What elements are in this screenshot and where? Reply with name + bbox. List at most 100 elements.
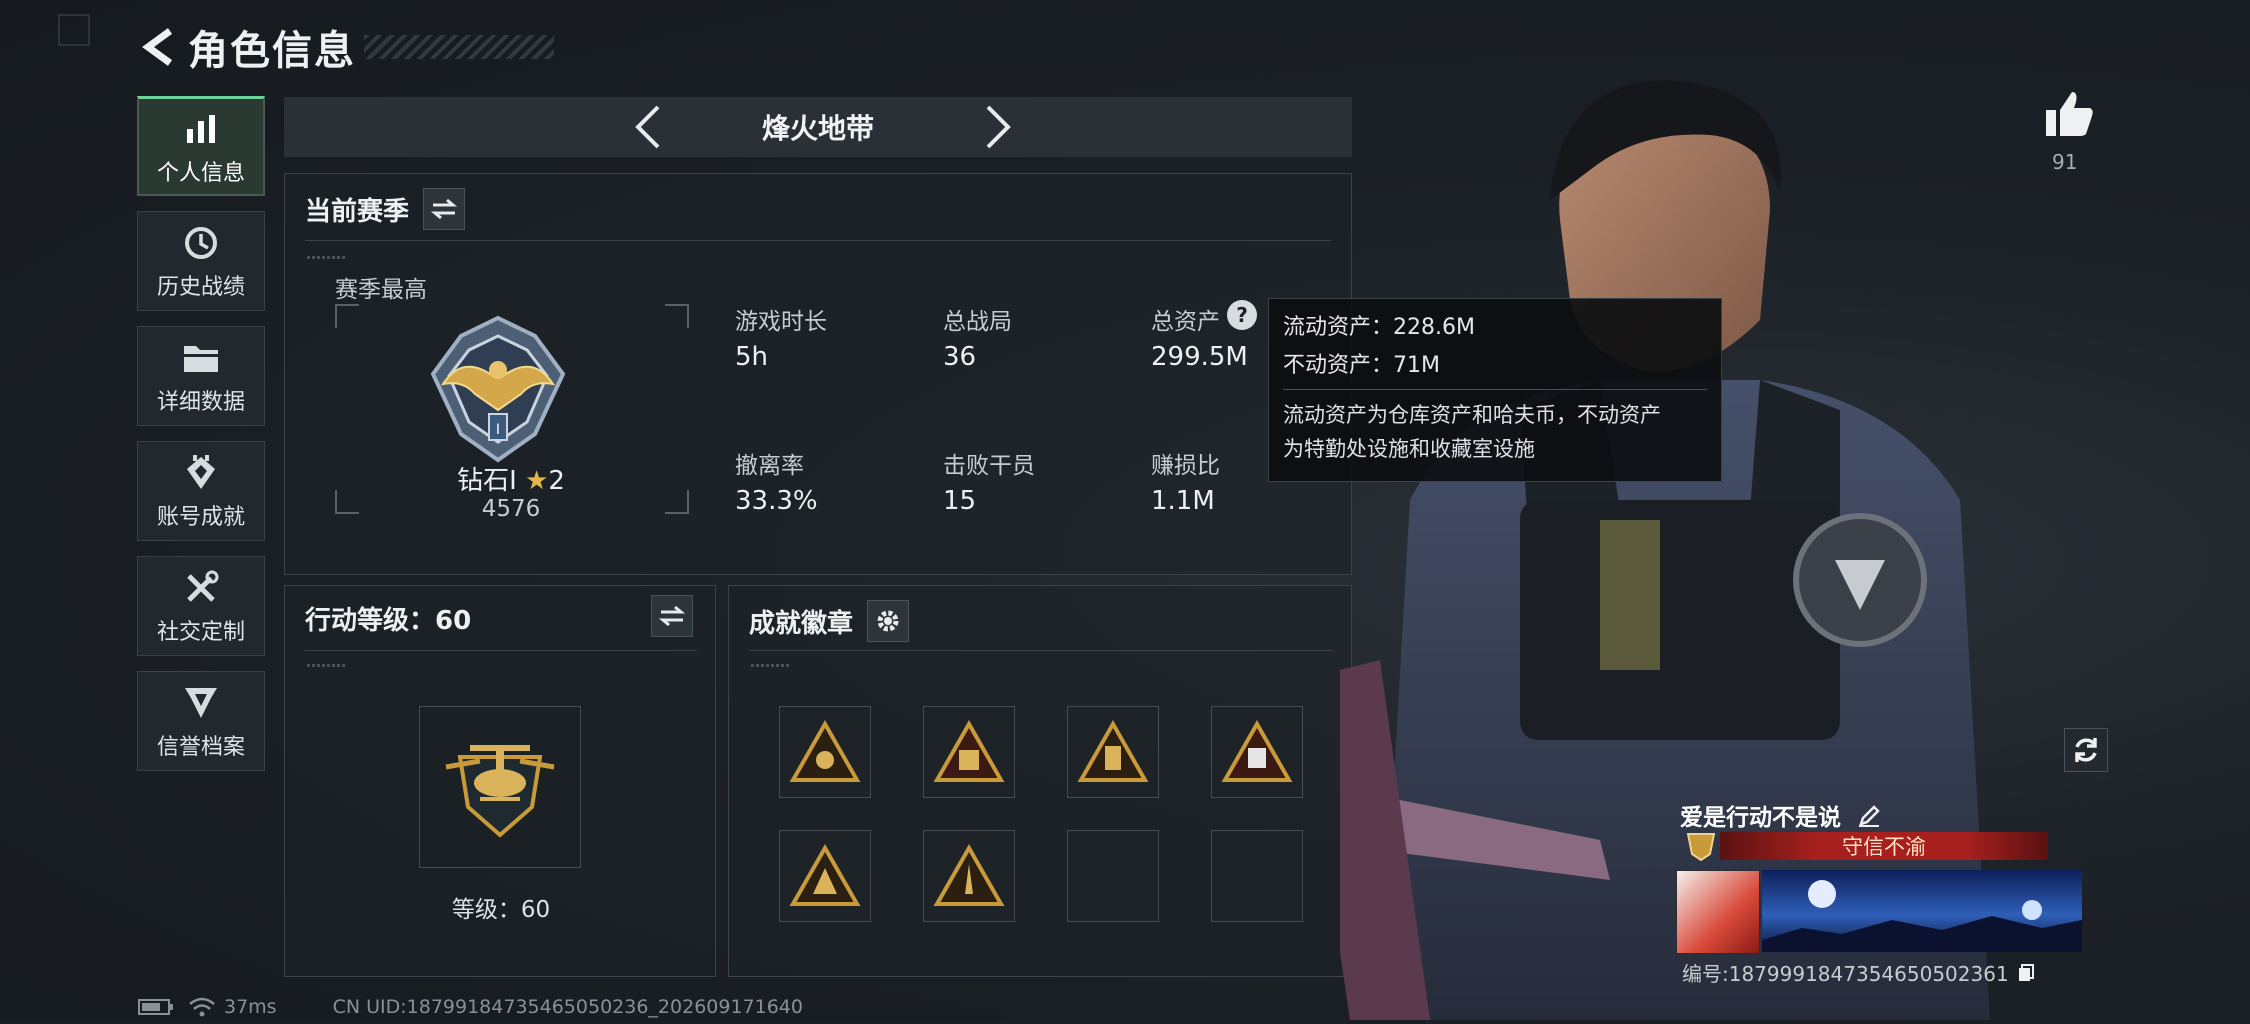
sidebar-item-label: 账号成就 (156, 505, 245, 530)
badges-header: 成就徽章 (749, 600, 910, 642)
season-title: 当前赛季 (305, 196, 410, 227)
history-clock-icon (183, 221, 219, 265)
divider (305, 650, 697, 651)
star-icon: ★ (525, 466, 549, 496)
back-arrow-icon (142, 28, 173, 66)
rank-name: 钻石Ⅰ (457, 466, 517, 496)
profile-banner[interactable] (1762, 870, 2082, 952)
chevron-left-icon (635, 105, 660, 149)
question-icon: ? (1236, 303, 1248, 327)
swap-icon (431, 198, 458, 220)
assets-help-button[interactable]: ? (1227, 300, 1257, 330)
triangle-badge-icon (933, 720, 1005, 782)
badge-slot-empty[interactable] (1067, 830, 1159, 922)
triangle-badge-icon (933, 844, 1005, 906)
tooltip-desc-line-2: 为特勤处设施和收藏室设施 (1283, 437, 1535, 461)
rank-emblem: I (423, 314, 573, 464)
sidebar-item-social[interactable]: 社交定制 (137, 556, 265, 656)
gear-icon (877, 610, 899, 632)
triangle-badge-icon (789, 720, 861, 782)
title-emblem (1684, 830, 1718, 862)
season-switch-button[interactable] (423, 188, 466, 230)
stat-value-extract-rate: 33.3% (735, 486, 818, 516)
chevron-right-icon (986, 105, 1011, 149)
stat-label-assets: 总资产 (1151, 309, 1220, 335)
page-header: 角色信息 (138, 22, 554, 74)
player-name-text: 爱是行动不是说 (1680, 805, 1841, 831)
player-name: 爱是行动不是说 (1680, 798, 1881, 834)
stat-label-kills: 击败干员 (943, 453, 1035, 479)
wifi-icon (189, 997, 215, 1017)
badge-slot-empty[interactable] (1211, 830, 1303, 922)
rank-line: 钻石Ⅰ ★2 (335, 460, 687, 497)
sidebar-item-achievements[interactable]: 账号成就 (137, 441, 265, 541)
player-title-tag[interactable]: 守信不渝 (1720, 832, 2048, 860)
like-button[interactable] (2044, 90, 2094, 140)
divider (305, 240, 1331, 241)
stat-value-profit-ratio: 1.1M (1151, 486, 1215, 516)
tooltip-fixed-assets: 不动资产：71M (1283, 353, 1440, 378)
stat-label-extract-rate: 撤离率 (735, 453, 804, 479)
level-title: 行动等级：60 (305, 606, 472, 636)
sidebar-item-personal-info[interactable]: 个人信息 (137, 96, 265, 196)
tooltip-desc-line-1: 流动资产为仓库资产和哈夫币，不动资产 (1283, 403, 1661, 427)
badges-settings-button[interactable] (867, 600, 910, 642)
stat-label-matches: 总战局 (943, 309, 1012, 335)
corner-decoration (58, 14, 90, 46)
badge-slot[interactable] (1067, 706, 1159, 798)
page-title: 角色信息 (188, 28, 356, 74)
divider (749, 650, 1333, 651)
svg-text:I: I (496, 422, 500, 438)
season-best-label: 赛季最高 (335, 277, 427, 303)
badge-slot[interactable] (779, 830, 871, 922)
bar-chart-icon (184, 107, 218, 151)
player-id-text: 编号:1879991847354650502361 (1682, 962, 2009, 986)
next-mode-button[interactable] (974, 103, 1022, 151)
refresh-icon (2075, 738, 2097, 762)
sidebar-item-history[interactable]: 历史战绩 (137, 211, 265, 311)
level-header: 行动等级：60 (305, 600, 471, 637)
sidebar-item-label: 历史战绩 (156, 275, 245, 300)
stat-value-kills: 15 (943, 486, 977, 516)
stat-label-playtime: 游戏时长 (735, 309, 827, 335)
player-id: 编号:1879991847354650502361 (1682, 958, 2035, 988)
battery-icon (138, 999, 173, 1015)
swap-icon (659, 605, 685, 627)
dash-decoration (307, 664, 347, 667)
mode-selector: 烽火地带 (284, 97, 1352, 157)
rank-stars: 2 (548, 466, 565, 496)
triangle-badge-icon (1077, 720, 1149, 782)
edit-name-button[interactable] (1857, 804, 1881, 834)
sidebar-item-credit[interactable]: 信誉档案 (137, 671, 265, 771)
level-emblem (419, 706, 581, 868)
achievement-icon (183, 451, 219, 495)
season-header: 当前赛季 (305, 188, 466, 230)
mode-title: 烽火地带 (761, 112, 874, 145)
sidebar-item-details[interactable]: 详细数据 (137, 326, 265, 426)
badge-slot[interactable] (923, 706, 1015, 798)
badge-slot[interactable] (779, 706, 871, 798)
status-bar: 37ms CN UID:18799184735465050236_2026091… (138, 996, 803, 1018)
prev-mode-button[interactable] (624, 103, 672, 151)
pencil-icon (1859, 804, 1880, 827)
uid-text: CN UID:18799184735465050236_202609171640 (332, 996, 803, 1018)
refresh-button[interactable] (2064, 728, 2108, 772)
rank-score: 4576 (481, 496, 541, 522)
thumbs-up-icon (2046, 92, 2093, 136)
triangle-badge-icon (789, 844, 861, 906)
season-panel: 当前赛季 赛季最高 I 钻石Ⅰ ★2 4576 游戏时长 5h 总战局 36 总… (284, 173, 1352, 575)
back-button[interactable] (138, 24, 178, 70)
frame-corner (335, 304, 359, 328)
triangle-badge-icon (1221, 720, 1293, 782)
copy-icon (2019, 964, 2035, 981)
level-switch-button[interactable] (651, 595, 693, 637)
copy-id-button[interactable] (2017, 963, 2035, 988)
badge-slot[interactable] (1211, 706, 1303, 798)
player-title-text: 守信不渝 (1842, 835, 1926, 859)
avatar[interactable] (1676, 870, 1760, 954)
badge-slot[interactable] (923, 830, 1015, 922)
stat-label-profit-ratio: 赚损比 (1151, 453, 1220, 479)
dash-decoration (751, 664, 791, 667)
stat-value-playtime: 5h (735, 342, 769, 372)
badges-title: 成就徽章 (749, 608, 854, 639)
